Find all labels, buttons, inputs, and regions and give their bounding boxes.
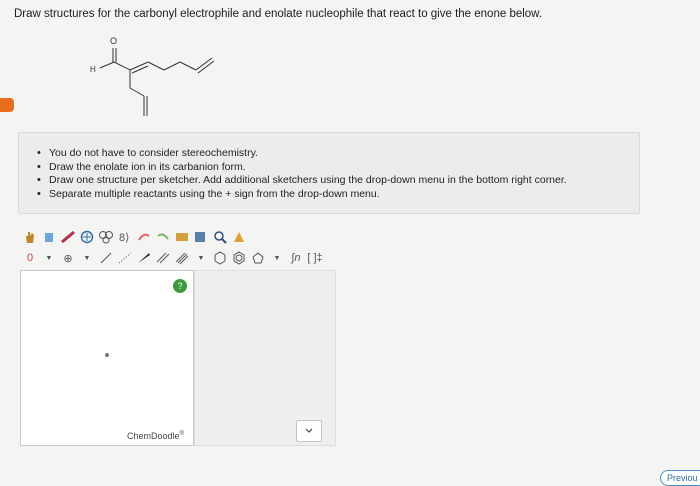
- sketcher-canvas[interactable]: ? ChemDoodle®: [20, 270, 194, 446]
- pencil-icon[interactable]: [60, 229, 76, 245]
- oxygen-label: O: [110, 36, 117, 46]
- bracket-button[interactable]: [ ]‡: [307, 250, 323, 266]
- chevron-down-icon[interactable]: ▼: [41, 250, 57, 266]
- zoom-out-icon[interactable]: [212, 229, 228, 245]
- chevron-down-icon: [305, 428, 313, 433]
- ring-add-icon[interactable]: [79, 229, 95, 245]
- charge-zero-button[interactable]: 0: [22, 250, 38, 266]
- hydrogen-label: H: [90, 65, 96, 74]
- previous-button[interactable]: Previou: [660, 470, 700, 486]
- chemdoodle-mark: ®: [179, 431, 184, 437]
- instructions-box: You do not have to consider stereochemis…: [18, 132, 640, 214]
- previous-label: Previou: [667, 473, 698, 483]
- undo-icon[interactable]: 8⟩: [117, 229, 133, 245]
- chemdoodle-label: ChemDoodle: [127, 431, 180, 441]
- copy-icon[interactable]: [155, 229, 171, 245]
- pentagon-ring-icon[interactable]: [250, 250, 266, 266]
- benzene-ring-icon[interactable]: [231, 250, 247, 266]
- single-bond-icon[interactable]: [98, 250, 114, 266]
- triple-bond-icon[interactable]: [174, 250, 190, 266]
- add-sketcher-dropdown[interactable]: [296, 420, 322, 442]
- question-text: Draw structures for the carbonyl electro…: [14, 8, 543, 20]
- clean-icon[interactable]: [231, 229, 247, 245]
- chevron-down-icon[interactable]: ▼: [79, 250, 95, 266]
- sketcher-toolbar-bottom: 0 ▼ ⊕ ▼ ▼ ▼ ∫n [ ]‡: [22, 249, 323, 267]
- double-bond-icon[interactable]: [155, 250, 171, 266]
- instruction-item: You do not have to consider stereochemis…: [37, 147, 639, 161]
- chemdoodle-brand: ChemDoodle®: [127, 431, 184, 441]
- paste-icon[interactable]: [174, 229, 190, 245]
- help-button[interactable]: ?: [173, 279, 187, 293]
- side-tab[interactable]: [0, 98, 14, 112]
- dashed-bond-icon[interactable]: [117, 250, 133, 266]
- enone-structure: O H: [90, 36, 215, 116]
- hand-icon[interactable]: [22, 229, 38, 245]
- sgroup-button[interactable]: ∫n: [288, 250, 304, 266]
- charge-plus-button[interactable]: ⊕: [60, 250, 76, 266]
- instruction-item: Draw the enolate ion in its carbanion fo…: [37, 161, 639, 175]
- lasso-icon[interactable]: [98, 229, 114, 245]
- chevron-down-icon[interactable]: ▼: [269, 250, 285, 266]
- sketcher-toolbar-top: 8⟩: [22, 228, 247, 246]
- chevron-down-icon[interactable]: ▼: [193, 250, 209, 266]
- hexagon-ring-icon[interactable]: [212, 250, 228, 266]
- zoom-in-icon[interactable]: [193, 229, 209, 245]
- eraser-icon[interactable]: [41, 229, 57, 245]
- instruction-item: Separate multiple reactants using the + …: [37, 188, 639, 202]
- redo-icon[interactable]: [136, 229, 152, 245]
- instruction-item: Draw one structure per sketcher. Add add…: [37, 174, 639, 188]
- svg-text:8⟩: 8⟩: [119, 232, 129, 244]
- canvas-dot: [105, 353, 109, 357]
- wedge-bond-icon[interactable]: [136, 250, 152, 266]
